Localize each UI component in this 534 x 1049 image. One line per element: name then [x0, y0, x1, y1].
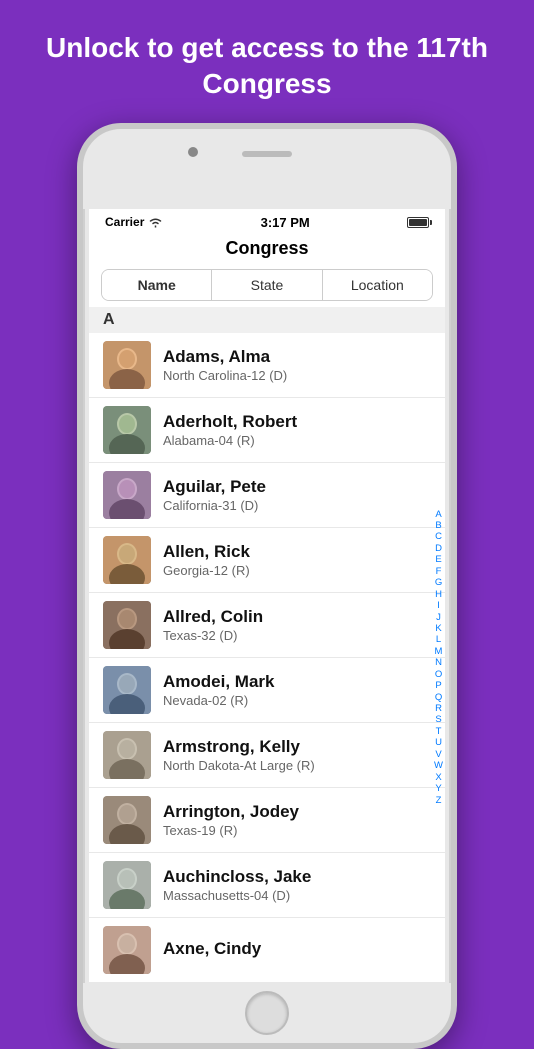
section-header-a: A [89, 307, 445, 333]
member-district: Texas-32 (D) [163, 628, 431, 643]
member-name: Aderholt, Robert [163, 412, 431, 432]
member-name: Amodei, Mark [163, 672, 431, 692]
alpha-letter[interactable]: A [435, 510, 441, 520]
avatar [103, 406, 151, 454]
alpha-letter[interactable]: V [435, 750, 441, 760]
alpha-letter[interactable]: R [435, 704, 442, 714]
member-name: Auchincloss, Jake [163, 867, 431, 887]
segment-control: Name State Location [101, 269, 433, 301]
list-item[interactable]: Allred, Colin Texas-32 (D) [89, 593, 445, 658]
list-item[interactable]: Aderholt, Robert Alabama-04 (R) [89, 398, 445, 463]
member-name: Adams, Alma [163, 347, 431, 367]
member-name: Axne, Cindy [163, 939, 431, 959]
segment-name[interactable]: Name [102, 270, 212, 300]
member-name: Allen, Rick [163, 542, 431, 562]
member-district: Georgia-12 (R) [163, 563, 431, 578]
alpha-letter[interactable]: U [435, 738, 442, 748]
phone-screen: Carrier 3:17 PM Congress [89, 209, 445, 983]
avatar [103, 666, 151, 714]
home-button[interactable] [245, 991, 289, 1035]
alpha-letter[interactable]: X [435, 773, 441, 783]
header-section: Unlock to get access to the 117th Congre… [0, 0, 534, 123]
member-name: Arrington, Jodey [163, 802, 431, 822]
alpha-letter[interactable]: E [435, 555, 441, 565]
avatar [103, 861, 151, 909]
alpha-letter[interactable]: W [434, 761, 443, 771]
member-district: North Carolina-12 (D) [163, 368, 431, 383]
wifi-icon [148, 217, 163, 228]
alpha-letter[interactable]: L [436, 635, 441, 645]
list-item[interactable]: Adams, Alma North Carolina-12 (D) [89, 333, 445, 398]
phone-top [83, 129, 451, 209]
alpha-letter[interactable]: S [435, 715, 441, 725]
phone-frame: Carrier 3:17 PM Congress [77, 123, 457, 1049]
member-info: Adams, Alma North Carolina-12 (D) [163, 347, 431, 383]
alpha-letter[interactable]: K [435, 624, 441, 634]
camera [188, 147, 198, 157]
alpha-letter[interactable]: T [436, 727, 442, 737]
alpha-letter[interactable]: Z [436, 796, 442, 806]
member-info: Armstrong, Kelly North Dakota-At Large (… [163, 737, 431, 773]
list-item[interactable]: Axne, Cindy [89, 918, 445, 983]
alpha-letter[interactable]: N [435, 658, 442, 668]
status-right [407, 217, 429, 228]
avatar [103, 536, 151, 584]
member-district: North Dakota-At Large (R) [163, 758, 431, 773]
speaker [242, 151, 292, 157]
member-name: Armstrong, Kelly [163, 737, 431, 757]
member-district: California-31 (D) [163, 498, 431, 513]
members-list: Adams, Alma North Carolina-12 (D) [89, 333, 445, 983]
alpha-letter[interactable]: Y [435, 784, 441, 794]
battery-icon [407, 217, 429, 228]
member-info: Arrington, Jodey Texas-19 (R) [163, 802, 431, 838]
member-info: Allen, Rick Georgia-12 (R) [163, 542, 431, 578]
alpha-letter[interactable]: G [435, 578, 442, 588]
alpha-letter[interactable]: J [436, 613, 441, 623]
member-name: Aguilar, Pete [163, 477, 431, 497]
alpha-letter[interactable]: I [437, 601, 440, 611]
alpha-letter[interactable]: F [436, 567, 442, 577]
alpha-letter[interactable]: C [435, 532, 442, 542]
list-item[interactable]: Arrington, Jodey Texas-19 (R) [89, 788, 445, 853]
avatar [103, 731, 151, 779]
list-item[interactable]: Auchincloss, Jake Massachusetts-04 (D) [89, 853, 445, 918]
alpha-letter[interactable]: H [435, 590, 442, 600]
list-item[interactable]: Aguilar, Pete California-31 (D) [89, 463, 445, 528]
avatar [103, 471, 151, 519]
promo-title: Unlock to get access to the 117th Congre… [0, 0, 534, 123]
member-name: Allred, Colin [163, 607, 431, 627]
avatar [103, 341, 151, 389]
phone-bottom [83, 983, 451, 1043]
status-left: Carrier [105, 215, 163, 229]
member-info: Aguilar, Pete California-31 (D) [163, 477, 431, 513]
alpha-letter[interactable]: P [435, 681, 441, 691]
nav-title: Congress [89, 234, 445, 269]
segment-state[interactable]: State [212, 270, 322, 300]
list-item[interactable]: Amodei, Mark Nevada-02 (R) [89, 658, 445, 723]
member-district: Texas-19 (R) [163, 823, 431, 838]
alpha-letter[interactable]: Q [435, 693, 442, 703]
carrier-label: Carrier [105, 215, 144, 229]
avatar [103, 601, 151, 649]
status-bar: Carrier 3:17 PM [89, 209, 445, 234]
member-district: Alabama-04 (R) [163, 433, 431, 448]
alpha-letter[interactable]: M [435, 647, 443, 657]
alpha-letter[interactable]: D [435, 544, 442, 554]
status-time: 3:17 PM [261, 215, 310, 230]
phone-wrapper: Carrier 3:17 PM Congress [0, 123, 534, 1049]
member-info: Allred, Colin Texas-32 (D) [163, 607, 431, 643]
member-info: Aderholt, Robert Alabama-04 (R) [163, 412, 431, 448]
member-district: Massachusetts-04 (D) [163, 888, 431, 903]
alpha-letter[interactable]: O [435, 670, 442, 680]
member-info: Amodei, Mark Nevada-02 (R) [163, 672, 431, 708]
segment-location[interactable]: Location [323, 270, 432, 300]
member-district: Nevada-02 (R) [163, 693, 431, 708]
avatar [103, 796, 151, 844]
alpha-index[interactable]: ABCDEFGHIJKLMNOPQRSTUVWXYZ [434, 333, 443, 983]
list-item[interactable]: Allen, Rick Georgia-12 (R) [89, 528, 445, 593]
list-item[interactable]: Armstrong, Kelly North Dakota-At Large (… [89, 723, 445, 788]
member-info: Auchincloss, Jake Massachusetts-04 (D) [163, 867, 431, 903]
alpha-letter[interactable]: B [435, 521, 441, 531]
